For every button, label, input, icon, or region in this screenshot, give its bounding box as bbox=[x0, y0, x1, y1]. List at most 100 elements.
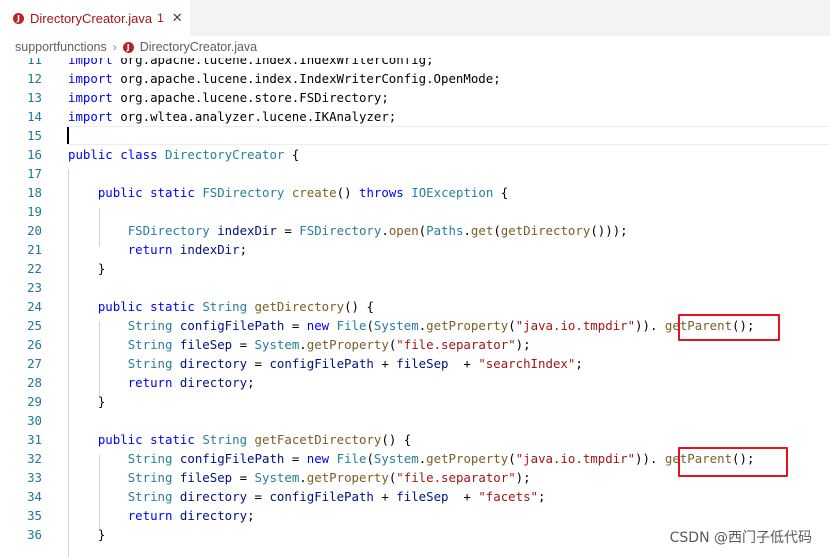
problems-count-badge: 1 bbox=[157, 11, 164, 25]
code-token: create bbox=[291, 185, 337, 200]
code-token: org.apache.lucene.index.IndexWriterConfi… bbox=[112, 71, 501, 86]
tab-directorycreator[interactable]: J DirectoryCreator.java 1 ✕ bbox=[0, 0, 190, 36]
line-number: 28 bbox=[27, 375, 42, 390]
code-token: org.apache.lucene.store.FSDirectory; bbox=[112, 90, 389, 105]
code-token: import bbox=[68, 71, 113, 86]
code-token: new bbox=[306, 451, 330, 466]
code-token: = bbox=[247, 356, 270, 371]
code-token: + bbox=[373, 489, 397, 504]
code-line: 28 return directory; bbox=[0, 373, 830, 392]
line-number: 16 bbox=[27, 147, 42, 162]
line-code: String fileSep = System.getProperty("fil… bbox=[68, 335, 531, 354]
code-token: () { bbox=[344, 299, 374, 314]
code-editor[interactable]: 11 import org.apache.lucene.index.IndexWr… bbox=[0, 58, 830, 557]
line-number: 25 bbox=[27, 318, 42, 333]
code-token: static bbox=[150, 185, 195, 200]
line-code: } bbox=[68, 525, 105, 544]
code-token: fileSep bbox=[396, 489, 449, 504]
code-token: IOException bbox=[411, 185, 494, 200]
code-token: return bbox=[127, 242, 173, 257]
line-number: 27 bbox=[27, 356, 42, 371]
line-number: 15 bbox=[27, 128, 42, 143]
code-token: getProperty bbox=[306, 470, 389, 485]
line-code: public static FSDirectory create() throw… bbox=[68, 183, 508, 202]
code-token: ; bbox=[239, 242, 248, 257]
line-number: 11 bbox=[27, 58, 42, 67]
line-number: 33 bbox=[27, 470, 42, 485]
line-code: return indexDir; bbox=[68, 240, 247, 259]
code-token: String bbox=[127, 470, 173, 485]
line-number: 13 bbox=[27, 90, 42, 105]
code-token: System bbox=[373, 318, 419, 333]
code-token: = bbox=[232, 470, 255, 485]
code-token: import bbox=[68, 90, 113, 105]
line-code: public static String getFacetDirectory()… bbox=[68, 430, 411, 449]
line-code: import org.apache.lucene.index.IndexWrit… bbox=[68, 58, 434, 69]
code-line: 18 public static FSDirectory create() th… bbox=[0, 183, 830, 202]
java-file-icon: J bbox=[13, 12, 24, 24]
code-token: getDirectory bbox=[254, 299, 345, 314]
line-number: 14 bbox=[27, 109, 42, 124]
code-token: indexDir bbox=[217, 223, 277, 238]
code-token: System bbox=[373, 451, 419, 466]
code-line: 35 return directory; bbox=[0, 506, 830, 525]
highlight-box-getparent bbox=[678, 447, 788, 477]
code-token: directory bbox=[179, 356, 248, 371]
code-token: . bbox=[381, 223, 389, 238]
code-token: ())); bbox=[590, 223, 628, 238]
java-file-icon: J bbox=[122, 41, 134, 53]
code-token: ; bbox=[247, 375, 255, 390]
code-line: 12 import org.apache.lucene.index.IndexWr… bbox=[0, 69, 830, 88]
code-token: "facets" bbox=[478, 489, 539, 504]
code-line: 14 import org.wltea.analyzer.lucene.IKAna… bbox=[0, 107, 830, 126]
breadcrumb-file[interactable]: DirectoryCreator.java bbox=[140, 40, 257, 54]
code-token: "searchIndex" bbox=[478, 356, 576, 371]
code-token: ( bbox=[493, 223, 501, 238]
code-token: fileSep bbox=[396, 356, 449, 371]
line-number: 23 bbox=[27, 280, 42, 295]
code-token: configFilePath bbox=[179, 318, 285, 333]
code-token: ( bbox=[508, 318, 516, 333]
code-token: ( bbox=[366, 318, 374, 333]
code-token: configFilePath bbox=[269, 356, 374, 371]
line-number: 19 bbox=[27, 204, 42, 219]
code-token: fileSep bbox=[179, 337, 233, 352]
code-token: ; bbox=[575, 356, 583, 371]
code-token: FSDirectory bbox=[127, 223, 210, 238]
line-number: 21 bbox=[27, 242, 42, 257]
code-token: ( bbox=[366, 451, 374, 466]
code-token: return bbox=[127, 375, 173, 390]
line-code: public class DirectoryCreator { bbox=[68, 145, 299, 164]
code-token: new bbox=[306, 318, 330, 333]
code-token: . bbox=[299, 470, 307, 485]
code-token: directory bbox=[179, 375, 248, 390]
line-number: 29 bbox=[27, 394, 42, 409]
breadcrumb: supportfunctions › J DirectoryCreator.ja… bbox=[0, 36, 830, 58]
line-number: 30 bbox=[27, 413, 42, 428]
code-token: getProperty bbox=[306, 337, 389, 352]
line-code: FSDirectory indexDir = FSDirectory.open(… bbox=[68, 221, 628, 240]
code-token: getProperty bbox=[426, 451, 509, 466]
code-token: String bbox=[127, 318, 173, 333]
code-token: { bbox=[284, 147, 300, 162]
close-icon[interactable]: ✕ bbox=[172, 11, 183, 26]
line-code: return directory; bbox=[68, 373, 255, 392]
line-code: return directory; bbox=[68, 506, 255, 525]
code-line: 30 bbox=[0, 411, 830, 430]
code-token: public bbox=[97, 299, 143, 314]
line-code: } bbox=[68, 392, 105, 411]
breadcrumb-folder[interactable]: supportfunctions bbox=[15, 40, 107, 54]
line-number: 17 bbox=[27, 166, 42, 181]
code-token: get bbox=[470, 223, 494, 238]
code-token: System bbox=[254, 470, 300, 485]
code-token: "file.separator" bbox=[396, 337, 516, 352]
